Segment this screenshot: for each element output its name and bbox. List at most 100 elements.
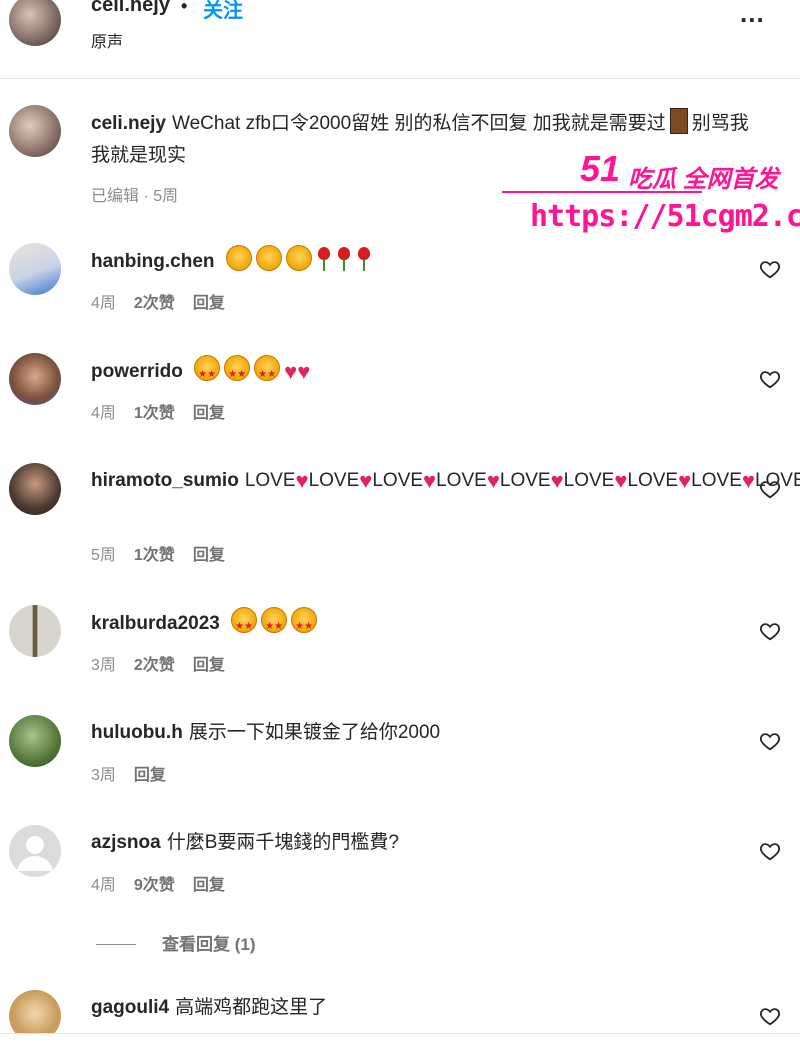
like-heart-icon[interactable] [759,258,781,280]
like-heart-icon[interactable] [759,368,781,390]
star-struck-icon [261,607,288,643]
follow-button[interactable]: 关注 [203,0,243,23]
watermark-url: https://51cgm2.com [530,199,800,234]
avatar[interactable] [9,353,61,405]
rose-icon [316,247,332,271]
avatar[interactable] [9,243,61,295]
like-heart-icon[interactable] [759,840,781,862]
like-count[interactable]: 1次赞 [134,405,175,422]
original-audio-link[interactable]: 原声 [91,28,123,52]
comment-meta: 已编辑 · 5周 [91,182,196,206]
door-emoji-icon [669,108,688,134]
red-heart-icon: ♥ [359,468,373,493]
avatar[interactable] [9,715,61,767]
watermark-divider [502,191,702,193]
comment-time: 已编辑 · 5周 [91,188,179,205]
red-heart-icon: ♥ [297,359,311,384]
reply-button[interactable]: 回复 [193,547,225,564]
star-struck-icon [291,607,318,643]
comment-text: hiramoto_sumio LOVE♥LOVE♥LOVE♥LOVE♥LOVE♥L… [91,465,800,497]
comment-meta: 5周 1次赞 回复 [91,541,243,565]
like-heart-icon[interactable] [759,730,781,752]
comment-username[interactable]: hiramoto_sumio [91,470,239,491]
comment-text: huluobu.h 展示一下如果镀金了给你2000 [91,717,751,749]
comment-body: 展示一下如果镀金了给你2000 [188,722,441,743]
bottom-bar [0,1033,800,1054]
love-word: LOVE [244,470,296,491]
reply-button[interactable]: 回复 [134,767,166,784]
watermark-logo: 51 [580,148,621,189]
red-heart-icon: ♥ [550,468,564,493]
like-heart-icon[interactable] [759,620,781,642]
red-heart-icon: ♥ [614,468,628,493]
red-heart-icon: ♥ [678,468,692,493]
red-heart-icon: ♥ [486,468,500,493]
comment-time: 5周 [91,547,116,564]
comment-time: 3周 [91,767,116,784]
watermark: 51 吃瓜 全网首发 https://51cgm2.com [500,147,800,247]
view-replies-label: 查看回复 (1) [162,935,256,954]
reply-button[interactable]: 回复 [193,405,225,422]
comment-meta: 3周 回复 [91,761,184,785]
avatar[interactable] [9,463,61,515]
like-count[interactable]: 2次赞 [134,295,175,312]
comment-body: 高端鸡都跑这里了 [175,997,328,1018]
like-heart-icon[interactable] [759,478,781,500]
comment-meta: 4周 2次赞 回复 [91,289,243,313]
star-struck-icon [194,355,221,391]
love-word: LOVE [372,470,424,491]
comment-username[interactable]: kralburda2023 [91,613,220,634]
star-struck-icon [224,355,251,391]
rose-icon [356,247,372,271]
like-count[interactable]: 1次赞 [134,547,175,564]
love-word: LOVE [563,470,615,491]
comment-time: 4周 [91,877,116,894]
kissing-face-icon [255,245,282,271]
author-username[interactable]: celi.nejy [91,0,170,17]
comment-text: kralburda2023 [91,607,751,643]
comment-body: WeChat zfb口令2000留姓 别的私信不回复 加我就是需要过 [172,113,666,134]
post-header: celi.nejy • 关注 原声 ... [0,0,800,79]
more-options-icon[interactable]: ... [740,0,765,26]
love-word: LOVE [691,470,742,491]
comment-username[interactable]: celi.nejy [91,113,166,134]
red-heart-icon: ♥ [741,468,755,493]
comment-username[interactable]: gagouli4 [91,997,169,1018]
like-count[interactable]: 9次赞 [134,877,175,894]
comment-username[interactable]: azjsnoa [91,832,161,853]
love-word: LOVE [627,470,679,491]
default-avatar-icon[interactable] [9,825,61,877]
replies-divider-line [96,944,136,945]
like-heart-icon[interactable] [759,1005,781,1027]
comment-meta: 3周 2次赞 回复 [91,651,243,675]
reply-button[interactable]: 回复 [193,877,225,894]
separator-dot: • [181,0,188,16]
comment-body: 什麼B要兩千塊錢的門檻費? [166,832,399,853]
star-struck-icon [231,607,258,643]
red-heart-icon: ♥ [295,468,309,493]
comment-username[interactable]: hanbing.chen [91,251,215,272]
comment-text: gagouli4 高端鸡都跑这里了 [91,992,751,1024]
comment-time: 4周 [91,295,116,312]
kissing-face-icon [285,245,312,271]
kissing-face-icon [225,245,252,271]
love-word: LOVE [436,470,487,491]
red-heart-icon: ♥ [284,359,298,384]
author-avatar[interactable] [9,0,61,46]
comment-username[interactable]: huluobu.h [91,722,183,743]
comment-time: 4周 [91,405,116,422]
reply-button[interactable]: 回复 [193,657,225,674]
comment-username[interactable]: powerrido [91,361,183,382]
comment-text: hanbing.chen [91,245,751,278]
like-count[interactable]: 2次赞 [134,657,175,674]
reply-button[interactable]: 回复 [193,295,225,312]
comment-meta: 4周 1次赞 回复 [91,399,243,423]
comment-text: powerrido ♥♥ [91,355,751,391]
avatar[interactable] [9,105,61,157]
comment-time: 3周 [91,657,116,674]
rose-icon [336,247,352,271]
avatar[interactable] [9,605,61,657]
view-replies-button[interactable]: 查看回复 (1) [96,930,256,955]
comment-text: azjsnoa 什麼B要兩千塊錢的門檻費? [91,827,751,859]
love-word: LOVE [308,470,360,491]
